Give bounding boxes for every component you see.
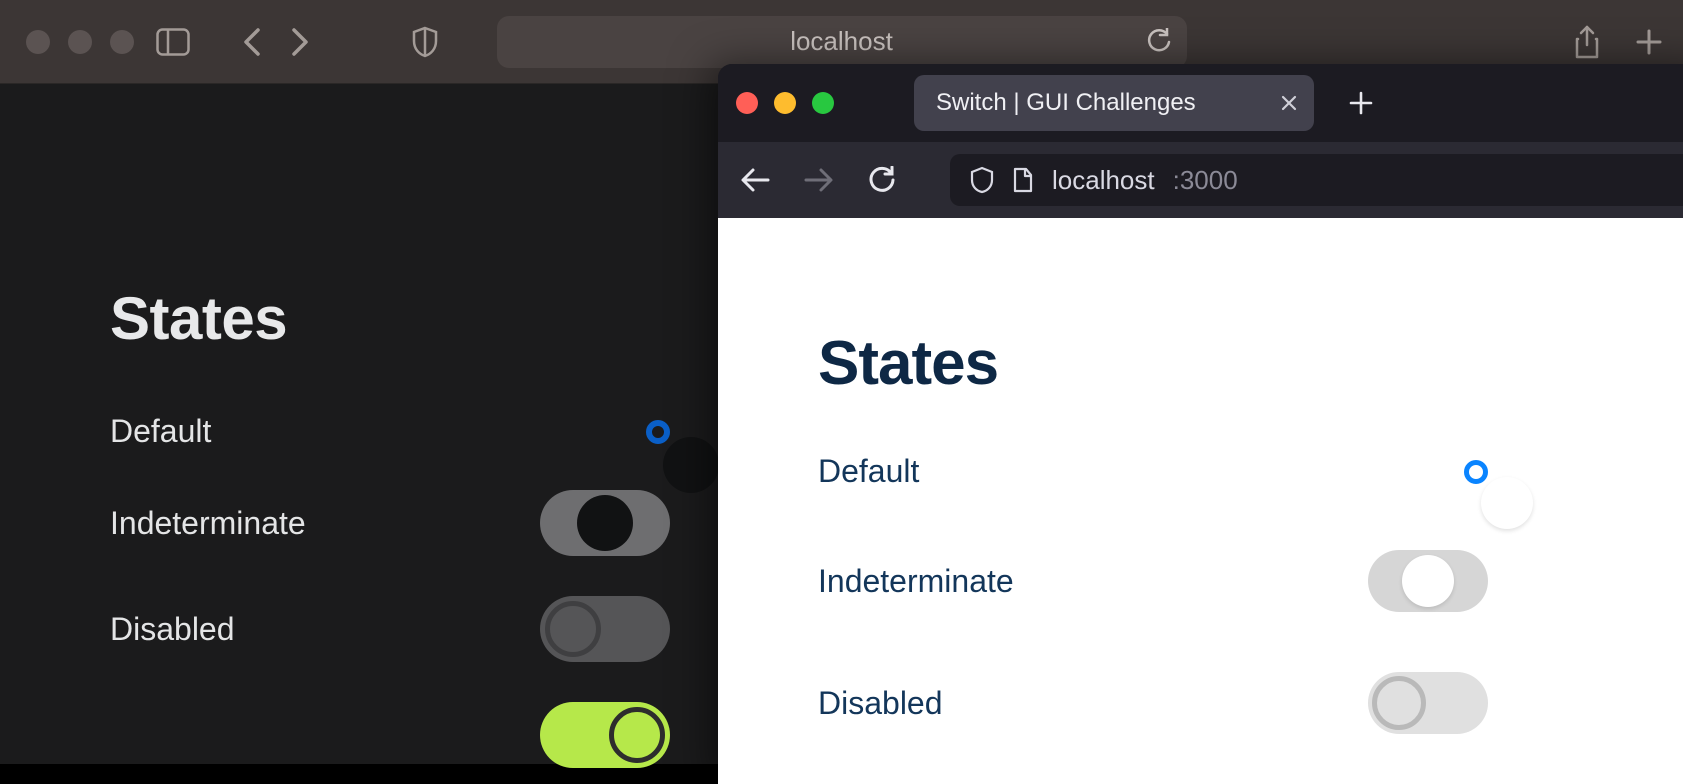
safari-address-bar[interactable]: localhost xyxy=(497,16,1187,68)
firefox-page-content: States Default Indeterminate Disabled xyxy=(718,218,1683,784)
firefox-window: Switch | GUI Challenges localhost :3000 xyxy=(718,64,1683,784)
new-tab-button[interactable] xyxy=(1348,90,1374,116)
safari-traffic-lights xyxy=(26,30,134,54)
state-label: Default xyxy=(110,413,211,450)
shield-icon[interactable] xyxy=(970,166,994,194)
back-icon[interactable] xyxy=(242,26,262,58)
switch-focus-ring xyxy=(1464,460,1488,484)
traffic-close-icon[interactable] xyxy=(736,92,758,114)
url-host: localhost xyxy=(1052,165,1155,196)
state-row-disabled: Disabled xyxy=(818,672,1488,734)
page-icon xyxy=(1012,167,1034,193)
state-label: Disabled xyxy=(818,685,943,722)
safari-nav-buttons xyxy=(242,26,310,58)
state-row-checked xyxy=(110,702,670,768)
traffic-zoom-icon[interactable] xyxy=(812,92,834,114)
safari-address-text: localhost xyxy=(790,26,893,57)
state-row-disabled: Disabled xyxy=(110,596,670,662)
switch-thumb xyxy=(1481,477,1533,529)
firefox-traffic-lights xyxy=(736,92,834,114)
firefox-toolbar: localhost :3000 xyxy=(718,142,1683,218)
tab-close-icon[interactable] xyxy=(1280,94,1298,112)
firefox-tab-bar: Switch | GUI Challenges xyxy=(718,64,1683,142)
firefox-url-bar[interactable]: localhost :3000 xyxy=(950,154,1683,206)
reload-icon[interactable] xyxy=(1147,28,1171,56)
switch-thumb xyxy=(663,437,719,493)
forward-icon[interactable] xyxy=(290,26,310,58)
state-row-default: Default xyxy=(110,413,670,450)
state-row-indeterminate: Indeterminate xyxy=(818,550,1488,612)
switch-indeterminate[interactable] xyxy=(1368,550,1488,612)
state-row-default: Default xyxy=(818,453,1488,490)
state-label: Default xyxy=(818,453,919,490)
switch-thumb xyxy=(1402,555,1454,607)
reload-icon[interactable] xyxy=(868,166,896,194)
traffic-minimize-icon[interactable] xyxy=(68,30,92,54)
switch-disabled xyxy=(1368,672,1488,734)
state-label: Indeterminate xyxy=(110,505,306,542)
state-label: Disabled xyxy=(110,611,235,648)
state-label: Indeterminate xyxy=(818,563,1014,600)
shield-icon[interactable] xyxy=(412,26,438,58)
browser-tab[interactable]: Switch | GUI Challenges xyxy=(914,75,1314,131)
share-icon[interactable] xyxy=(1573,25,1601,59)
switch-disabled xyxy=(540,596,670,662)
state-row-indeterminate: Indeterminate xyxy=(110,490,670,556)
switch-thumb xyxy=(609,707,665,763)
switch-checked[interactable] xyxy=(540,702,670,768)
switch-indeterminate[interactable] xyxy=(540,490,670,556)
traffic-zoom-icon[interactable] xyxy=(110,30,134,54)
switch-thumb xyxy=(545,601,601,657)
traffic-minimize-icon[interactable] xyxy=(774,92,796,114)
page-heading: States xyxy=(818,328,1683,399)
forward-icon xyxy=(804,167,834,193)
sidebar-icon[interactable] xyxy=(156,28,190,56)
tab-title: Switch | GUI Challenges xyxy=(936,89,1196,117)
switch-focus-ring xyxy=(646,420,670,444)
switch-thumb xyxy=(1372,676,1426,730)
safari-right-controls xyxy=(1573,25,1663,59)
back-icon[interactable] xyxy=(740,167,770,193)
url-port: :3000 xyxy=(1173,165,1238,196)
switch-thumb xyxy=(577,495,633,551)
traffic-close-icon[interactable] xyxy=(26,30,50,54)
new-tab-icon[interactable] xyxy=(1635,28,1663,56)
